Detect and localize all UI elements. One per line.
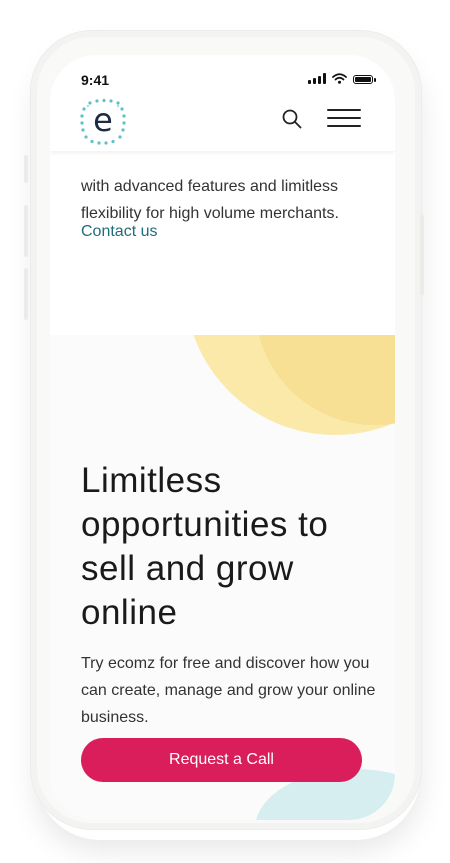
battery-icon — [353, 75, 376, 84]
search-icon[interactable] — [280, 107, 304, 131]
status-icons — [308, 73, 376, 84]
ecomz-logo[interactable]: e — [78, 97, 128, 145]
status-bar: 9:41 — [50, 55, 395, 95]
intro-text: with advanced features and limitless fle… — [81, 178, 339, 222]
request-a-call-button[interactable]: Request a Call — [81, 738, 362, 782]
phone-screen: 9:41 e with advanced features and limitl… — [50, 55, 395, 820]
phone-power-button — [420, 215, 424, 295]
hero-subtitle: Try ecomz for free and discover how you … — [81, 655, 376, 726]
hero-title: Limitless opportunities to sell and grow… — [81, 461, 329, 632]
status-time: 9:41 — [81, 72, 110, 88]
logo-letter: e — [93, 101, 113, 139]
hamburger-menu-icon[interactable] — [327, 109, 363, 131]
phone-volume-down — [24, 268, 28, 320]
phone-mute-switch — [24, 155, 28, 183]
phone-volume-up — [24, 205, 28, 257]
contact-us-link[interactable]: Contact us — [81, 223, 157, 241]
hero-section: Limitless opportunities to sell and grow… — [50, 335, 395, 820]
app-header: e — [50, 95, 395, 151]
wifi-icon — [332, 73, 347, 84]
signal-icon — [308, 73, 326, 84]
